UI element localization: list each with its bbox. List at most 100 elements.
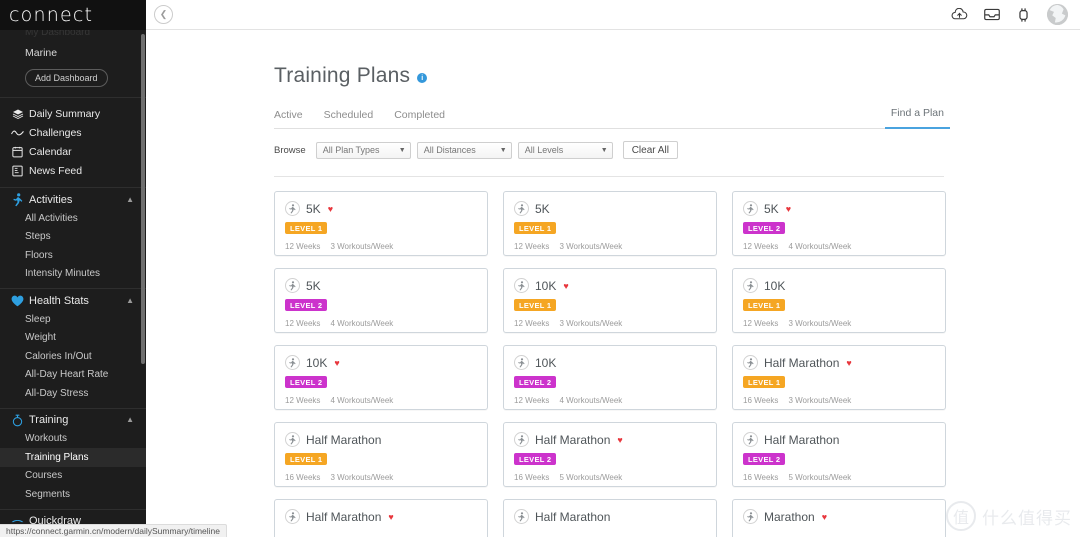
- sidebar-item-label: News Feed: [29, 164, 83, 177]
- add-dashboard-button[interactable]: Add Dashboard: [25, 69, 108, 87]
- status-bar: https://connect.garmin.cn/modern/dailySu…: [0, 524, 228, 537]
- filter-plan-types[interactable]: All Plan Types ▼: [315, 141, 411, 159]
- card-header: 5K: [514, 201, 706, 216]
- running-person-icon: [514, 201, 529, 216]
- favorite-heart-icon[interactable]: ♥: [388, 512, 393, 522]
- sidebar-item-all-day-heart-rate[interactable]: All-Day Heart Rate: [0, 366, 146, 385]
- info-icon[interactable]: i: [417, 73, 428, 83]
- card-meta: 12 Weeks 3 Workouts/Week: [285, 242, 477, 251]
- chevron-down-icon: ▼: [499, 146, 507, 154]
- favorite-heart-icon[interactable]: ♥: [563, 281, 568, 291]
- training-plan-card[interactable]: Half Marathon ♥ LEVEL 1 16 Weeks 3 Workouts/…: [732, 345, 946, 410]
- sidebar-section-header-activities[interactable]: Activities ▲: [0, 190, 146, 209]
- sidebar-section-training: Training ▲ Workouts Training Plans Cours…: [0, 411, 146, 509]
- card-weeks: 12 Weeks: [743, 241, 779, 251]
- sidebar-item-all-day-stress[interactable]: All-Day Stress: [0, 384, 146, 403]
- tab-active[interactable]: Active: [274, 109, 303, 123]
- training-plan-card[interactable]: 5K LEVEL 1 12 Weeks 3 Workouts/Week: [503, 191, 717, 256]
- sidebar: connect My Dashboard Marine Add Dashboar…: [0, 0, 146, 537]
- chevron-up-icon[interactable]: ▲: [126, 416, 134, 424]
- sidebar-item-all-activities[interactable]: All Activities: [0, 209, 146, 228]
- sidebar-item-workouts[interactable]: Workouts: [0, 430, 146, 449]
- training-plan-card[interactable]: 10K ♥ LEVEL 2 12 Weeks 4 Workouts/Week: [274, 345, 488, 410]
- card-title: Half Marathon: [306, 432, 382, 447]
- sidebar-item-sleep[interactable]: Sleep: [0, 310, 146, 329]
- card-meta: 16 Weeks 5 Workouts/Week: [514, 473, 706, 482]
- favorite-heart-icon[interactable]: ♥: [328, 204, 333, 214]
- training-plan-card[interactable]: 10K ♥ LEVEL 1 12 Weeks 3 Workouts/Week: [503, 268, 717, 333]
- favorite-heart-icon[interactable]: ♥: [334, 358, 339, 368]
- training-plan-card[interactable]: 5K ♥ LEVEL 1 12 Weeks 3 Workouts/Week: [274, 191, 488, 256]
- brand-logo[interactable]: connect: [0, 0, 146, 30]
- training-plan-card[interactable]: 10K LEVEL 1 12 Weeks 3 Workouts/Week: [732, 268, 946, 333]
- sidebar-item-courses[interactable]: Courses: [0, 467, 146, 486]
- chevron-down-icon: ▼: [600, 146, 608, 154]
- training-plan-card[interactable]: 5K ♥ LEVEL 2 12 Weeks 4 Workouts/Week: [732, 191, 946, 256]
- card-weeks: 16 Weeks: [285, 472, 321, 482]
- card-title: Half Marathon: [764, 355, 840, 370]
- chevron-down-icon: ▼: [398, 146, 406, 154]
- card-title: 5K: [306, 201, 321, 216]
- card-weeks: 12 Weeks: [285, 241, 321, 251]
- tab-completed[interactable]: Completed: [394, 109, 445, 123]
- card-header: 5K ♥: [743, 201, 935, 216]
- level-badge: LEVEL 2: [514, 453, 557, 465]
- sidebar-item-challenges[interactable]: Challenges: [0, 123, 146, 142]
- inbox-icon[interactable]: [983, 6, 1000, 23]
- running-person-icon: [514, 432, 529, 447]
- training-plan-card[interactable]: Half Marathon: [503, 499, 717, 537]
- training-plan-card[interactable]: Half Marathon ♥ LEVEL 2 16 Weeks 5 Workouts/…: [503, 422, 717, 487]
- section-divider: [274, 176, 944, 177]
- sidebar-item-calendar[interactable]: Calendar: [0, 142, 146, 161]
- running-person-icon: [743, 355, 758, 370]
- card-weeks: 12 Weeks: [285, 395, 321, 405]
- filter-distances[interactable]: All Distances ▼: [416, 141, 512, 159]
- filter-levels[interactable]: All Levels ▼: [517, 141, 613, 159]
- training-plan-card[interactable]: Half Marathon LEVEL 2 16 Weeks 5 Workouts/W…: [732, 422, 946, 487]
- sidebar-item-segments[interactable]: Segments: [0, 485, 146, 504]
- dashboard-cut-item[interactable]: My Dashboard: [0, 30, 146, 42]
- cloud-upload-icon[interactable]: [951, 6, 968, 23]
- sidebar-item-weight[interactable]: Weight: [0, 329, 146, 348]
- sidebar-item-floors[interactable]: Floors: [0, 246, 146, 265]
- training-plan-card[interactable]: Half Marathon ♥: [274, 499, 488, 537]
- sidebar-item-intensity-minutes[interactable]: Intensity Minutes: [0, 265, 146, 284]
- sidebar-item-calories-in-out[interactable]: Calories In/Out: [0, 347, 146, 366]
- card-workouts-per-week: 4 Workouts/Week: [330, 318, 394, 328]
- sidebar-item-news-feed[interactable]: News Feed: [0, 161, 146, 180]
- sidebar-scrollbar[interactable]: [141, 34, 145, 364]
- level-badge: LEVEL 1: [514, 222, 557, 234]
- sidebar-item-marine[interactable]: Marine: [0, 42, 146, 64]
- sidebar-item-training-plans[interactable]: Training Plans: [0, 448, 146, 467]
- training-plan-card[interactable]: 10K LEVEL 2 12 Weeks 4 Workouts/Week: [503, 345, 717, 410]
- app-root: connect My Dashboard Marine Add Dashboar…: [0, 0, 1080, 537]
- training-plan-card[interactable]: Half Marathon LEVEL 1 16 Weeks 3 Workouts/W…: [274, 422, 488, 487]
- tab-find-a-plan[interactable]: Find a Plan: [884, 107, 951, 129]
- clear-all-button[interactable]: Clear All: [622, 141, 678, 159]
- level-badge: LEVEL 2: [514, 376, 557, 388]
- tab-scheduled[interactable]: Scheduled: [324, 109, 374, 123]
- card-weeks: 12 Weeks: [514, 241, 550, 251]
- sidebar-section-header-health-stats[interactable]: Health Stats ▲: [0, 291, 146, 310]
- calendar-icon: [9, 146, 26, 158]
- sidebar-item-steps[interactable]: Steps: [0, 228, 146, 247]
- chevron-up-icon[interactable]: ▲: [126, 195, 134, 204]
- watch-icon[interactable]: [1015, 6, 1032, 23]
- training-plan-grid: 5K ♥ LEVEL 1 12 Weeks 3 Workouts/Week 5K LEVEL…: [274, 191, 946, 537]
- favorite-heart-icon[interactable]: ♥: [786, 204, 791, 214]
- avatar[interactable]: [1047, 4, 1068, 25]
- running-person-icon: [743, 432, 758, 447]
- training-plan-card[interactable]: 5K LEVEL 2 12 Weeks 4 Workouts/Week: [274, 268, 488, 333]
- chevron-up-icon[interactable]: ▲: [126, 296, 134, 305]
- chevron-left-icon[interactable]: ❮: [154, 5, 173, 24]
- favorite-heart-icon[interactable]: ♥: [822, 512, 827, 522]
- sidebar-item-daily-summary[interactable]: Daily Summary: [0, 104, 146, 123]
- sidebar-section-header-training[interactable]: Training ▲: [0, 411, 146, 430]
- training-plan-card[interactable]: Marathon ♥: [732, 499, 946, 537]
- sidebar-section-activities: Activities ▲ All Activities Steps Floors…: [0, 190, 146, 288]
- favorite-heart-icon[interactable]: ♥: [846, 358, 851, 368]
- favorite-heart-icon[interactable]: ♥: [617, 435, 622, 445]
- card-header: Half Marathon ♥: [514, 432, 706, 447]
- card-meta: 16 Weeks 3 Workouts/Week: [743, 396, 935, 405]
- stopwatch-icon: [9, 414, 26, 427]
